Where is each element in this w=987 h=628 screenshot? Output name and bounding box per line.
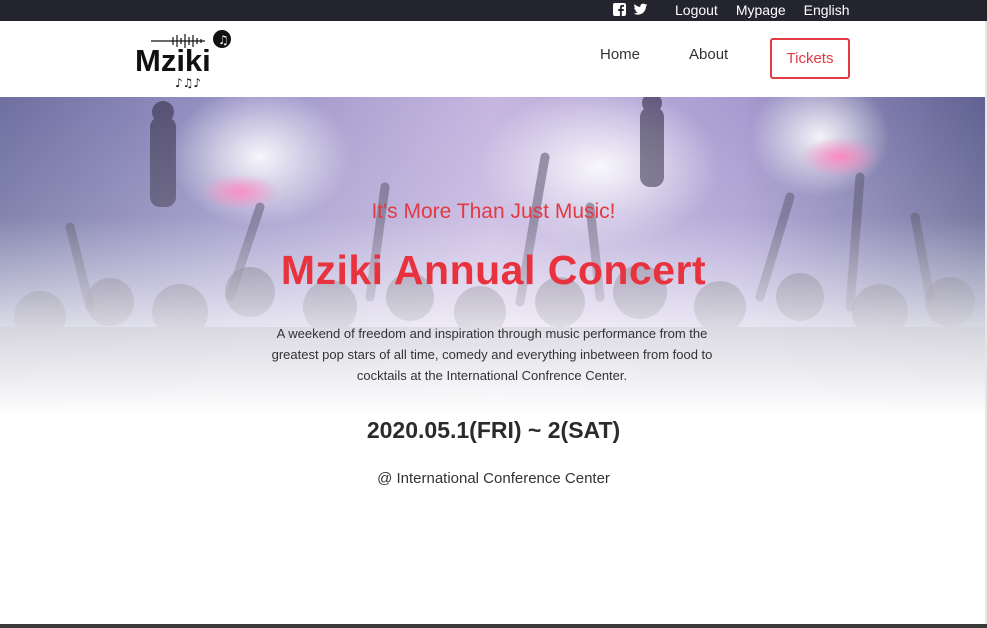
event-venue: @ International Conference Center (377, 470, 610, 487)
svg-text:Mziki: Mziki (135, 43, 211, 78)
event-date: 2020.05.1(FRI) ~ 2(SAT) (366, 417, 621, 443)
site-logo[interactable]: ♫ Mziki ♪♫♪ (133, 29, 237, 91)
twitter-icon[interactable] (633, 2, 648, 17)
hero-description: A weekend of freedom and inspiration thr… (271, 326, 713, 383)
logout-link[interactable]: Logout (675, 1, 718, 19)
svg-text:♫: ♫ (218, 33, 229, 47)
hero-tagline: It's More Than Just Music! (371, 200, 616, 223)
nav-home[interactable]: Home (600, 46, 640, 63)
main-header: ♫ Mziki ♪♫♪ Home About Tickets (0, 21, 987, 97)
nav-about[interactable]: About (689, 46, 728, 63)
svg-text:♪♫♪: ♪♫♪ (175, 76, 201, 90)
hero-section: It's More Than Just Music! Mziki Annual … (0, 97, 987, 624)
social-links (612, 2, 648, 17)
footer-edge (0, 624, 987, 628)
facebook-icon[interactable] (612, 2, 627, 17)
hero-title: Mziki Annual Concert (280, 247, 707, 293)
language-link[interactable]: English (804, 1, 850, 19)
account-links: Logout Mypage English (675, 1, 850, 19)
top-utility-bar: Logout Mypage English (0, 0, 987, 21)
tickets-button[interactable]: Tickets (770, 38, 850, 79)
mypage-link[interactable]: Mypage (736, 1, 786, 19)
